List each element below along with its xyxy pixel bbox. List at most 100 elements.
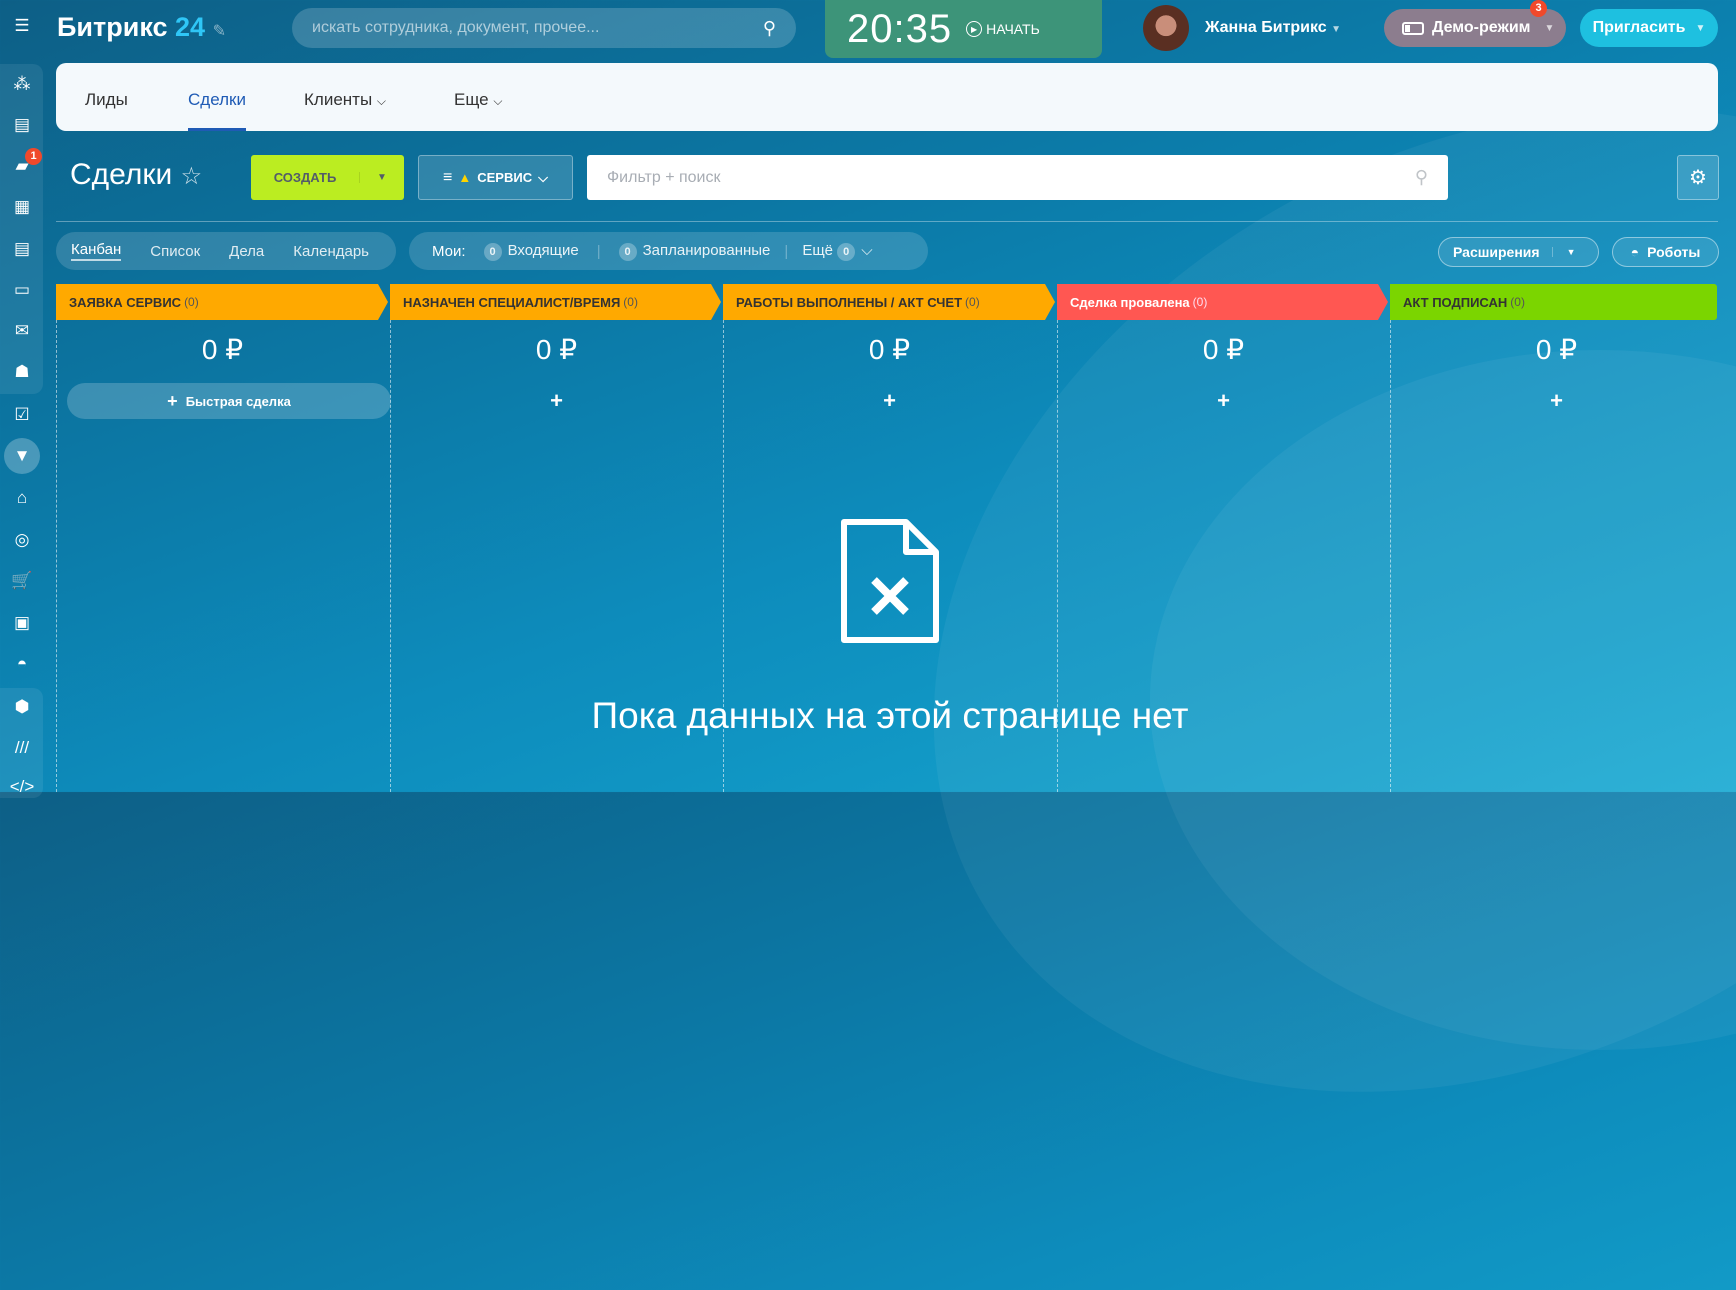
user-menu[interactable]: Жанна Битрикс ▼: [1205, 19, 1341, 37]
search-placeholder: искать сотрудника, документ, прочее...: [312, 19, 600, 36]
page-title-text: Сделки: [70, 158, 173, 191]
add-deal-button[interactable]: +: [1390, 388, 1723, 414]
stage-sum: 0 ₽: [201, 334, 244, 365]
category-selector[interactable]: ≡ ▲ СЕРВИС ⌵: [418, 155, 573, 200]
plus-icon: +: [167, 390, 178, 411]
settings-gear-button[interactable]: ⚙: [1677, 155, 1719, 200]
user-avatar[interactable]: [1143, 5, 1189, 51]
crm-nav-bar: Лиды Сделки Клиенты ⌵ Еще ⌵: [56, 63, 1718, 131]
chevron-down-icon: ▼: [1695, 22, 1706, 34]
document-icon[interactable]: ▤: [7, 234, 37, 264]
counters-label: Мои:: [432, 242, 466, 260]
drive-icon[interactable]: ▭: [7, 275, 37, 305]
incoming-label: Входящие: [507, 241, 579, 259]
add-deal-button[interactable]: +: [1057, 388, 1390, 414]
stage-name: Сделка провалена: [1070, 294, 1190, 310]
chevron-down-icon: ⌵: [861, 241, 873, 259]
planned-count: 0: [618, 242, 637, 261]
start-workday-button[interactable]: ▶ НАЧАТЬ: [966, 21, 1040, 37]
robots-label: Роботы: [1647, 244, 1701, 260]
gear-icon: ⚙: [1689, 167, 1707, 189]
add-deal-button[interactable]: +: [390, 388, 723, 414]
tab-clients[interactable]: Клиенты ⌵: [304, 90, 386, 110]
developer-icon[interactable]: </>: [7, 772, 37, 802]
robots-button[interactable]: ◓ Роботы: [1612, 237, 1719, 267]
store-icon[interactable]: ⌂: [7, 483, 37, 513]
separator: |: [596, 242, 601, 260]
search-icon[interactable]: ⚲: [1415, 167, 1428, 188]
create-dropdown-icon[interactable]: ▼: [359, 172, 404, 183]
stage-count: (0): [965, 295, 980, 309]
chevron-down-icon: ▼: [1551, 247, 1576, 257]
sites-icon[interactable]: ///: [7, 733, 37, 763]
logo-number: 24: [175, 12, 206, 42]
stage-count: (0): [623, 295, 638, 309]
view-list[interactable]: Список: [150, 243, 200, 260]
filter-placeholder: Фильтр + поиск: [607, 168, 721, 186]
bitrix-logo[interactable]: Битрикс 24 ✎: [57, 12, 226, 43]
tab-deals[interactable]: Сделки: [188, 90, 246, 110]
edit-pencil-icon[interactable]: ✎: [213, 23, 226, 40]
funnel-icon: ≡: [443, 168, 453, 186]
empty-document-icon: [841, 519, 939, 643]
menu-icon[interactable]: ☰: [7, 11, 37, 41]
demo-badge: 3: [1530, 0, 1547, 17]
demo-label: Демо-режим: [1432, 19, 1531, 36]
counter-incoming[interactable]: 0 Входящие: [483, 241, 579, 261]
extensions-label: Расширения: [1453, 244, 1540, 260]
start-label: НАЧАТЬ: [986, 21, 1040, 37]
chevron-down-icon: ⌵: [376, 94, 387, 108]
filter-search-input[interactable]: Фильтр + поиск ⚲: [587, 155, 1448, 200]
tab-leads[interactable]: Лиды: [85, 90, 128, 110]
stage-count: (0): [184, 295, 199, 309]
tasks-board-icon[interactable]: ▤: [7, 110, 37, 140]
groups-icon[interactable]: ☗: [7, 357, 37, 387]
view-activities[interactable]: Дела: [229, 243, 264, 260]
invite-button[interactable]: Пригласить ▼: [1580, 9, 1718, 47]
tasks-icon[interactable]: ☑: [7, 400, 37, 430]
invite-label: Пригласить: [1592, 19, 1686, 36]
quick-deal-button[interactable]: + Быстрая сделка: [67, 383, 391, 419]
calendar-icon[interactable]: ▦: [7, 192, 37, 222]
counter-more[interactable]: Ещё 0 ⌵: [802, 241, 873, 261]
play-icon: ▶: [966, 21, 983, 37]
quick-deal-label: Быстрая сделка: [185, 393, 291, 409]
add-deal-button[interactable]: +: [723, 388, 1056, 414]
create-button[interactable]: СОЗДАТЬ ▼: [251, 155, 404, 200]
clock-time: 20:35: [847, 6, 953, 51]
user-name: Жанна Битрикс: [1205, 19, 1327, 36]
robot-icon: ◓: [1630, 244, 1640, 260]
active-tab-underline: [188, 128, 246, 131]
empty-state-text: Пока данных на этой странице нет: [591, 695, 1189, 736]
global-search-input[interactable]: искать сотрудника, документ, прочее... ⚲: [292, 8, 796, 48]
tab-clients-label: Клиенты: [304, 90, 373, 109]
tab-more[interactable]: Еще ⌵: [454, 90, 502, 110]
contact-card-icon[interactable]: ▣: [7, 608, 37, 638]
robot-icon[interactable]: ◓: [7, 649, 37, 679]
extensions-button[interactable]: Расширения ▼: [1438, 237, 1599, 267]
counter-planned[interactable]: 0 Запланированные: [618, 241, 771, 261]
feed-icon[interactable]: ⁂: [7, 69, 37, 99]
create-label: СОЗДАТЬ: [273, 170, 337, 185]
stage-sum: 0 ₽: [1535, 334, 1578, 365]
stage-header[interactable]: РАБОТЫ ВЫПОЛНЕНЫ / АКТ СЧЕТ (0): [723, 284, 1055, 320]
tab-more-label: Еще: [454, 90, 489, 109]
category-label: СЕРВИС: [477, 170, 533, 185]
stage-header[interactable]: АКТ ПОДПИСАН (0): [1390, 284, 1717, 320]
target-icon[interactable]: ◎: [7, 525, 37, 555]
view-calendar[interactable]: Календарь: [293, 243, 369, 260]
view-kanban[interactable]: Канбан: [71, 241, 122, 261]
mail-icon[interactable]: ✉: [7, 316, 37, 346]
planned-label: Запланированные: [642, 241, 771, 259]
crm-funnel-icon[interactable]: ▼: [4, 438, 40, 474]
search-icon[interactable]: ⚲: [763, 18, 776, 39]
cart-icon[interactable]: 🛒: [7, 566, 37, 596]
stage-name: ЗАЯВКА СЕРВИС: [69, 294, 182, 310]
stage-header[interactable]: Сделка провалена (0): [1057, 284, 1388, 320]
star-icon[interactable]: ☆: [181, 163, 203, 190]
stage-header[interactable]: ЗАЯВКА СЕРВИС (0): [56, 284, 388, 320]
worktime-widget[interactable]: 20:35 ▶ НАЧАТЬ: [825, 0, 1102, 58]
stage-sum: 0 ₽: [868, 334, 911, 365]
stage-header[interactable]: НАЗНАЧЕН СПЕЦИАЛИСТ/ВРЕМЯ (0): [390, 284, 721, 320]
stage-name: РАБОТЫ ВЫПОЛНЕНЫ / АКТ СЧЕТ: [736, 294, 963, 310]
